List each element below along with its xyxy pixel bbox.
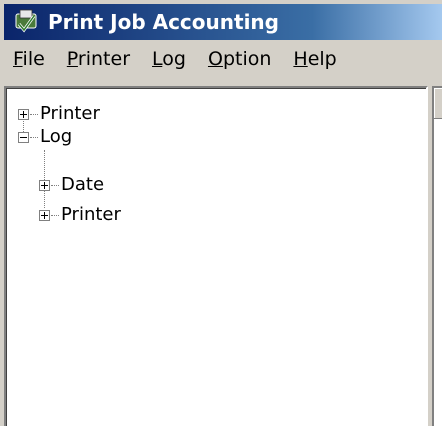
printer-accounting-icon — [15, 9, 37, 33]
tree-node-printer[interactable]: Printer — [40, 104, 100, 124]
detail-pane[interactable] — [432, 86, 442, 426]
tree-connector — [30, 114, 38, 115]
menu-printer[interactable]: Printer — [56, 48, 141, 70]
tree-connector — [51, 185, 59, 186]
menu-help-label: elp — [307, 48, 337, 70]
title-bar[interactable]: Print Job Accounting — [4, 4, 442, 40]
menu-file-label: ile — [22, 48, 45, 70]
tree-expand-date[interactable] — [39, 180, 50, 191]
menu-bar: File Printer Log Option Help — [4, 40, 442, 78]
tree-node-date[interactable]: Date — [61, 175, 104, 195]
menu-printer-label: rinter — [77, 48, 131, 70]
menu-file[interactable]: File — [4, 48, 56, 70]
menu-help-mnemonic: H — [293, 48, 308, 70]
tree-view[interactable]: Printer Log Date Printer — [4, 86, 428, 426]
tree-collapse-log[interactable] — [18, 132, 29, 143]
tree-expand-printer[interactable] — [18, 109, 29, 120]
menu-log-mnemonic: L — [152, 48, 163, 70]
menu-option-label: ption — [222, 48, 272, 70]
tree-node-log[interactable]: Log — [40, 127, 72, 147]
tree-connector — [30, 137, 38, 138]
app-window: Print Job Accounting File Printer Log Op… — [0, 0, 442, 426]
tree-expand-log-printer[interactable] — [39, 210, 50, 221]
menu-log[interactable]: Log — [141, 48, 197, 70]
menu-file-mnemonic: F — [13, 48, 23, 70]
tree-node-log-printer[interactable]: Printer — [61, 205, 121, 225]
window-title: Print Job Accounting — [48, 10, 279, 34]
menu-help[interactable]: Help — [282, 48, 347, 70]
menu-printer-mnemonic: P — [66, 48, 78, 70]
menu-option[interactable]: Option — [197, 48, 282, 70]
tree-connector — [44, 150, 45, 208]
tree-connector — [51, 215, 59, 216]
menu-option-mnemonic: O — [207, 48, 223, 70]
menu-log-label: og — [162, 48, 186, 70]
column-header[interactable] — [434, 88, 442, 119]
